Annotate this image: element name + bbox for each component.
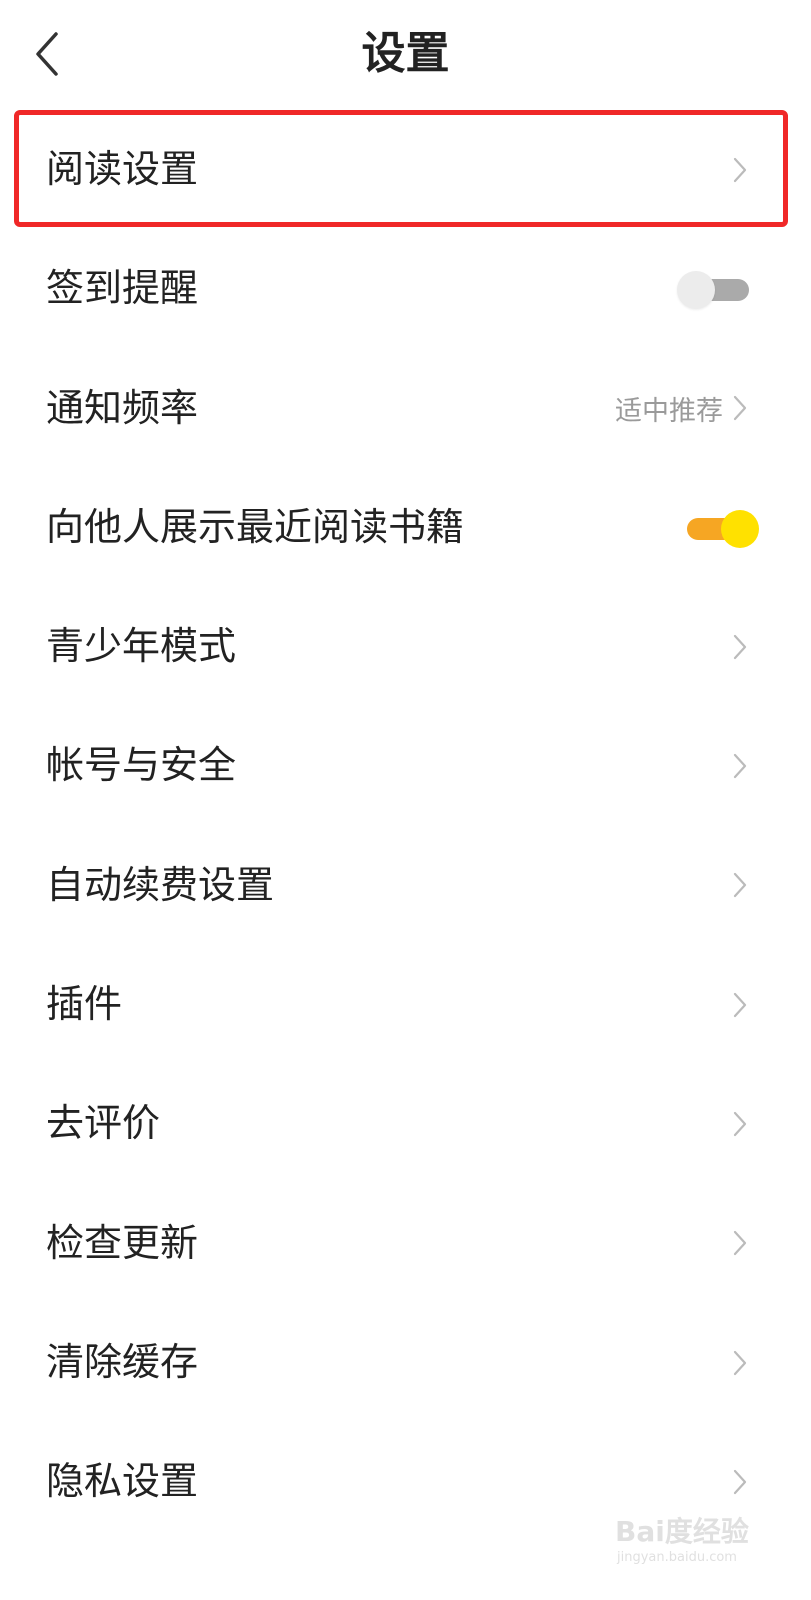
settings-item-label: 检查更新 [46,1220,199,1265]
chevron-right-icon [731,393,749,423]
chevron-right-icon [731,1109,749,1139]
settings-item-checkin-reminder: 签到提醒 [0,229,811,348]
settings-item-label: 阅读设置 [46,147,199,191]
settings-item-label: 清除缓存 [46,1339,199,1384]
settings-item-label: 自动续费设置 [46,862,275,907]
toggle-knob [677,270,715,309]
chevron-right-icon [731,870,749,900]
notification-frequency-value: 适中推荐 [615,395,723,427]
chevron-right-icon [731,751,749,781]
settings-item-plugins[interactable]: 插件 [0,945,811,1064]
settings-item-privacy[interactable]: 隐私设置 [0,1422,811,1541]
chevron-right-icon [731,1228,749,1258]
settings-item-label: 通知频率 [46,385,199,430]
settings-item-account-security[interactable]: 帐号与安全 [0,706,811,825]
chevron-right-icon [731,1348,749,1378]
page-title: 设置 [361,28,450,79]
settings-list: 阅读设置 签到提醒 通知频率 适中推荐 向他人展示最近阅读书籍 青少年模式 帐号… [0,110,811,1542]
settings-item-clear-cache[interactable]: 清除缓存 [0,1303,811,1422]
settings-item-notification-frequency[interactable]: 通知频率 适中推荐 [0,349,811,468]
show-recent-reading-toggle[interactable] [683,508,759,548]
settings-item-label: 隐私设置 [46,1459,199,1504]
chevron-right-icon [731,155,749,185]
chevron-right-icon [731,1467,749,1497]
checkin-reminder-toggle[interactable] [677,269,753,309]
settings-item-check-update[interactable]: 检查更新 [0,1184,811,1303]
toggle-knob [721,509,759,548]
watermark-url: jingyan.baidu.com [617,1550,737,1565]
settings-item-rate-app[interactable]: 去评价 [0,1064,811,1183]
settings-item-label: 签到提醒 [46,266,199,311]
settings-item-label: 帐号与安全 [46,743,237,788]
settings-item-label: 向他人展示最近阅读书籍 [46,504,465,549]
settings-item-label: 去评价 [46,1101,161,1146]
settings-item-label: 青少年模式 [46,624,237,669]
chevron-right-icon [731,990,749,1020]
settings-item-auto-renewal[interactable]: 自动续费设置 [0,826,811,945]
settings-item-reading[interactable]: 阅读设置 [0,110,811,229]
top-bar: 设置 [0,0,811,110]
settings-item-teen-mode[interactable]: 青少年模式 [0,587,811,706]
settings-item-show-recent-reading: 向他人展示最近阅读书籍 [0,468,811,587]
chevron-right-icon [731,632,749,662]
settings-item-label: 插件 [46,982,123,1027]
